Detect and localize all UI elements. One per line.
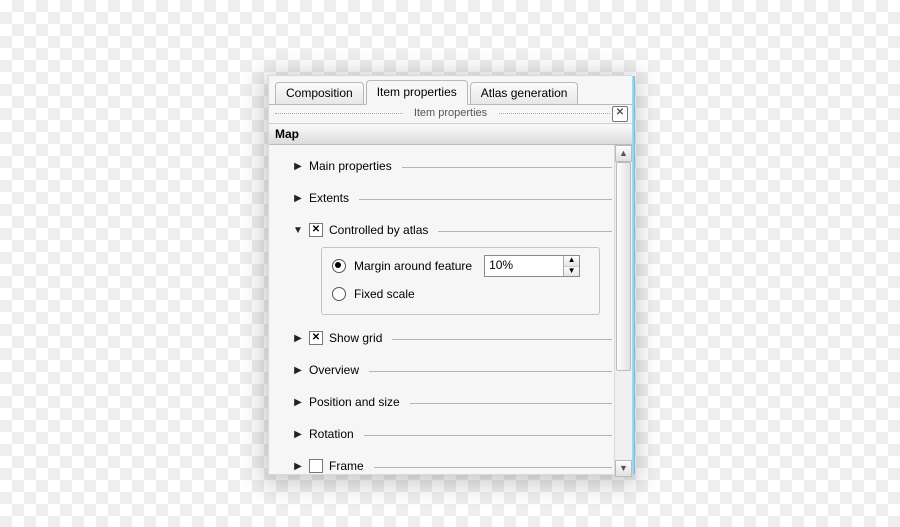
- section-show-grid[interactable]: ▶ Show grid: [293, 329, 612, 347]
- section-extents[interactable]: ▶ Extents: [293, 189, 612, 207]
- section-label: Rotation: [309, 427, 354, 441]
- option-margin-around-feature[interactable]: Margin around feature 10% ▲ ▼: [332, 256, 589, 276]
- section-label: Overview: [309, 363, 359, 377]
- section-frame[interactable]: ▶ Frame: [293, 457, 612, 475]
- margin-spinbox[interactable]: 10% ▲ ▼: [484, 255, 580, 277]
- section-position-and-size[interactable]: ▶ Position and size: [293, 393, 612, 411]
- chevron-right-icon: ▶: [293, 333, 303, 344]
- section-rule: [374, 467, 612, 468]
- section-label: Show grid: [329, 331, 382, 345]
- section-rule: [402, 167, 612, 168]
- section-controlled-by-atlas[interactable]: ▼ Controlled by atlas: [293, 221, 612, 239]
- spin-up-icon[interactable]: ▲: [564, 256, 579, 267]
- section-overview[interactable]: ▶ Overview: [293, 361, 612, 379]
- tab-composition[interactable]: Composition: [275, 82, 364, 105]
- group-map-header[interactable]: Map: [269, 123, 632, 145]
- section-label: Frame: [329, 459, 364, 473]
- chevron-right-icon: ▶: [293, 429, 303, 440]
- section-label: Main properties: [309, 159, 392, 173]
- section-rule: [359, 199, 612, 200]
- section-rule: [364, 435, 612, 436]
- scroll-up-icon[interactable]: ▲: [615, 145, 632, 162]
- chevron-down-icon: ▼: [293, 225, 303, 236]
- panel-header: Item properties ✕: [269, 105, 632, 121]
- controlled-by-atlas-options: Margin around feature 10% ▲ ▼ Fixed scal…: [321, 247, 600, 315]
- scroll-area: ▶ Main properties ▶ Extents ▼ Controlled…: [269, 145, 632, 477]
- section-rule: [369, 371, 612, 372]
- scroll-down-icon[interactable]: ▼: [615, 460, 632, 477]
- section-label: Extents: [309, 191, 349, 205]
- tab-atlas-generation[interactable]: Atlas generation: [470, 82, 579, 105]
- item-properties-panel: Composition Item properties Atlas genera…: [268, 75, 632, 475]
- section-rule: [392, 339, 612, 340]
- radio-fixed-scale[interactable]: [332, 287, 346, 301]
- checkbox-controlled-by-atlas[interactable]: [309, 223, 323, 237]
- section-label: Controlled by atlas: [329, 223, 428, 237]
- section-rule: [410, 403, 612, 404]
- radio-margin-around-feature[interactable]: [332, 259, 346, 273]
- chevron-right-icon: ▶: [293, 365, 303, 376]
- chevron-right-icon: ▶: [293, 461, 303, 472]
- section-rotation[interactable]: ▶ Rotation: [293, 425, 612, 443]
- chevron-right-icon: ▶: [293, 193, 303, 204]
- panel-title: Item properties: [414, 107, 487, 119]
- spin-down-icon[interactable]: ▼: [564, 267, 579, 277]
- vertical-scrollbar[interactable]: ▲ ▼: [614, 145, 632, 477]
- scroll-thumb[interactable]: [616, 162, 631, 371]
- option-label: Fixed scale: [354, 287, 415, 301]
- tab-item-properties[interactable]: Item properties: [366, 80, 468, 105]
- margin-value[interactable]: 10%: [485, 256, 563, 276]
- close-icon[interactable]: ✕: [612, 106, 628, 122]
- scroll-track[interactable]: [615, 162, 632, 460]
- checkbox-show-grid[interactable]: [309, 331, 323, 345]
- chevron-right-icon: ▶: [293, 161, 303, 172]
- section-main-properties[interactable]: ▶ Main properties: [293, 157, 612, 175]
- section-rule: [438, 231, 612, 232]
- section-label: Position and size: [309, 395, 400, 409]
- option-fixed-scale[interactable]: Fixed scale: [332, 284, 589, 304]
- option-label: Margin around feature: [354, 259, 472, 273]
- checkbox-frame[interactable]: [309, 459, 323, 473]
- chevron-right-icon: ▶: [293, 397, 303, 408]
- tab-bar: Composition Item properties Atlas genera…: [269, 80, 632, 105]
- panel-drag-edge[interactable]: [632, 76, 635, 474]
